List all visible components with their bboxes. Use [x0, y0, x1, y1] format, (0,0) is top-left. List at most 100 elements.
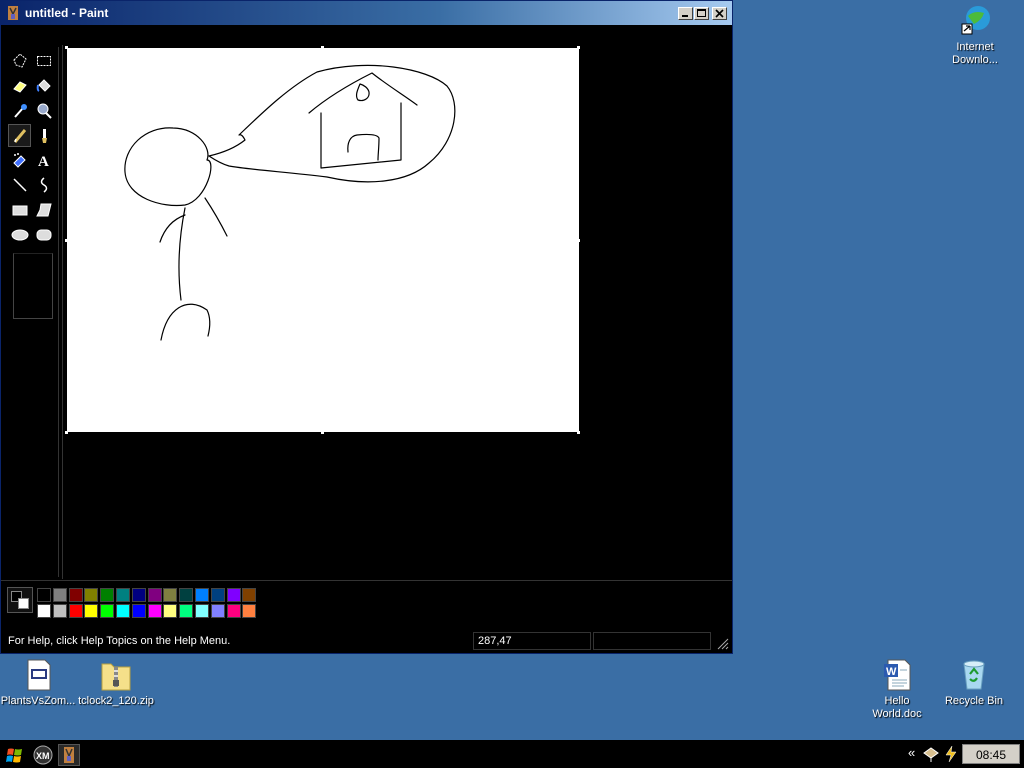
color-swatch[interactable]: [242, 604, 257, 618]
magnifier-tool[interactable]: [32, 99, 55, 122]
taskbar: XM « 08:45: [0, 740, 1024, 768]
rounded-rectangle-icon: [36, 229, 51, 240]
desktop-icon-label: Internet Downlo...: [952, 41, 998, 66]
eraser-tool[interactable]: [8, 74, 31, 97]
color-swatch[interactable]: [84, 604, 99, 618]
drawing: [124, 64, 456, 341]
minimize-icon: [682, 15, 688, 17]
maximize-icon: [697, 9, 706, 17]
resize-handle-top-right[interactable]: [577, 46, 580, 49]
color-swatch[interactable]: [163, 588, 178, 602]
color-swatch[interactable]: [52, 588, 67, 602]
current-colors[interactable]: [7, 587, 33, 613]
resize-handle-top-left[interactable]: [65, 46, 68, 49]
curve-tool[interactable]: [32, 173, 55, 196]
rectangle-tool[interactable]: [8, 198, 31, 221]
xm-app-icon: XM: [33, 745, 53, 765]
rounded-rectangle-tool[interactable]: [32, 223, 55, 246]
color-swatch[interactable]: [131, 604, 146, 618]
internet-download-manager-icon: [961, 6, 990, 35]
text-tool[interactable]: A: [32, 148, 55, 171]
fill-tool[interactable]: [32, 74, 55, 97]
pencil-tool[interactable]: [8, 124, 31, 147]
ellipse-tool[interactable]: [8, 223, 31, 246]
color-swatch[interactable]: [179, 588, 194, 602]
color-swatch[interactable]: [242, 588, 257, 602]
desktop-icon-recycle-bin[interactable]: Recycle Bin: [934, 658, 1014, 708]
color-palette: [1, 580, 732, 628]
fill-icon: [36, 78, 51, 92]
color-swatch[interactable]: [163, 604, 178, 618]
paint-taskbar-icon: [64, 747, 74, 763]
select-tool[interactable]: [32, 49, 55, 72]
desktop-icon-label: Recycle Bin: [944, 695, 1004, 707]
canvas-area[interactable]: [62, 45, 732, 579]
start-button[interactable]: [4, 744, 26, 766]
free-form-select-tool[interactable]: [8, 49, 31, 72]
menu-bar: [1, 25, 732, 45]
resize-handle-bottom-left[interactable]: [65, 431, 68, 434]
power-tray-icon[interactable]: [942, 745, 960, 763]
resize-handle-right[interactable]: [577, 239, 580, 242]
airbrush-tool[interactable]: [8, 148, 31, 171]
color-swatch[interactable]: [100, 604, 115, 618]
color-swatch[interactable]: [210, 604, 225, 618]
network-tray-icon[interactable]: [922, 745, 940, 763]
status-coordinates: 287,47: [473, 632, 591, 650]
house-door: [347, 133, 380, 161]
ellipse-icon: [11, 229, 28, 240]
desktop-icon-internet-download[interactable]: Internet Downlo...: [935, 4, 1015, 67]
svg-text:W: W: [886, 666, 897, 678]
close-button[interactable]: [712, 7, 727, 20]
color-swatch[interactable]: [37, 588, 51, 602]
svg-text:XM: XM: [36, 751, 50, 761]
maximize-button[interactable]: [694, 7, 709, 20]
color-swatch[interactable]: [210, 588, 225, 602]
color-swatch[interactable]: [147, 588, 162, 602]
color-swatch[interactable]: [226, 588, 241, 602]
color-swatch[interactable]: [37, 604, 51, 618]
free-form-select-icon: [12, 52, 27, 68]
color-swatch[interactable]: [195, 588, 209, 602]
drawing-canvas[interactable]: [67, 48, 579, 432]
resize-handle-bottom-right[interactable]: [577, 431, 580, 434]
color-swatch[interactable]: [52, 604, 67, 618]
paint-app-icon: [8, 6, 18, 20]
taskbar-clock[interactable]: 08:45: [962, 744, 1020, 764]
resize-handle-left[interactable]: [65, 239, 68, 242]
rectangle-icon: [12, 205, 27, 215]
line-tool[interactable]: [8, 173, 31, 196]
desktop-icon-hello-world-doc[interactable]: W Hello World.doc: [857, 658, 937, 721]
color-swatch[interactable]: [147, 604, 162, 618]
tray-expand-arrow[interactable]: «: [908, 745, 915, 760]
color-swatch[interactable]: [179, 604, 194, 618]
color-swatch[interactable]: [226, 604, 241, 618]
resize-handle-top[interactable]: [321, 46, 324, 49]
desktop-icon-plants-vs-zombies[interactable]: PlantsVsZom...: [0, 658, 78, 708]
pencil-icon: [13, 128, 26, 143]
color-swatch[interactable]: [68, 604, 83, 618]
color-swatch[interactable]: [195, 604, 209, 618]
taskbar-paint-button[interactable]: [58, 744, 80, 766]
color-swatch[interactable]: [68, 588, 83, 602]
title-bar[interactable]: untitled - Paint: [1, 1, 732, 25]
tool-options-panel[interactable]: [13, 253, 53, 319]
color-swatch[interactable]: [131, 588, 146, 602]
polygon-icon: [35, 203, 52, 216]
airbrush-icon: [12, 152, 26, 168]
minimize-button[interactable]: [678, 7, 693, 20]
taskbar-app-xm[interactable]: XM: [32, 744, 54, 766]
color-swatch[interactable]: [116, 604, 130, 618]
desktop-icon-tclock-zip[interactable]: tclock2_120.zip: [76, 658, 156, 708]
color-swatch[interactable]: [100, 588, 115, 602]
pick-color-tool[interactable]: [8, 99, 31, 122]
text-icon: A: [38, 154, 49, 169]
status-bar: For Help, click Help Topics on the Help …: [1, 630, 732, 652]
color-swatch[interactable]: [116, 588, 130, 602]
resize-grip-icon[interactable]: [715, 636, 729, 650]
status-size: [593, 632, 711, 650]
polygon-tool[interactable]: [32, 198, 55, 221]
color-swatch[interactable]: [84, 588, 99, 602]
resize-handle-bottom[interactable]: [321, 431, 324, 434]
brush-tool[interactable]: [32, 124, 55, 147]
